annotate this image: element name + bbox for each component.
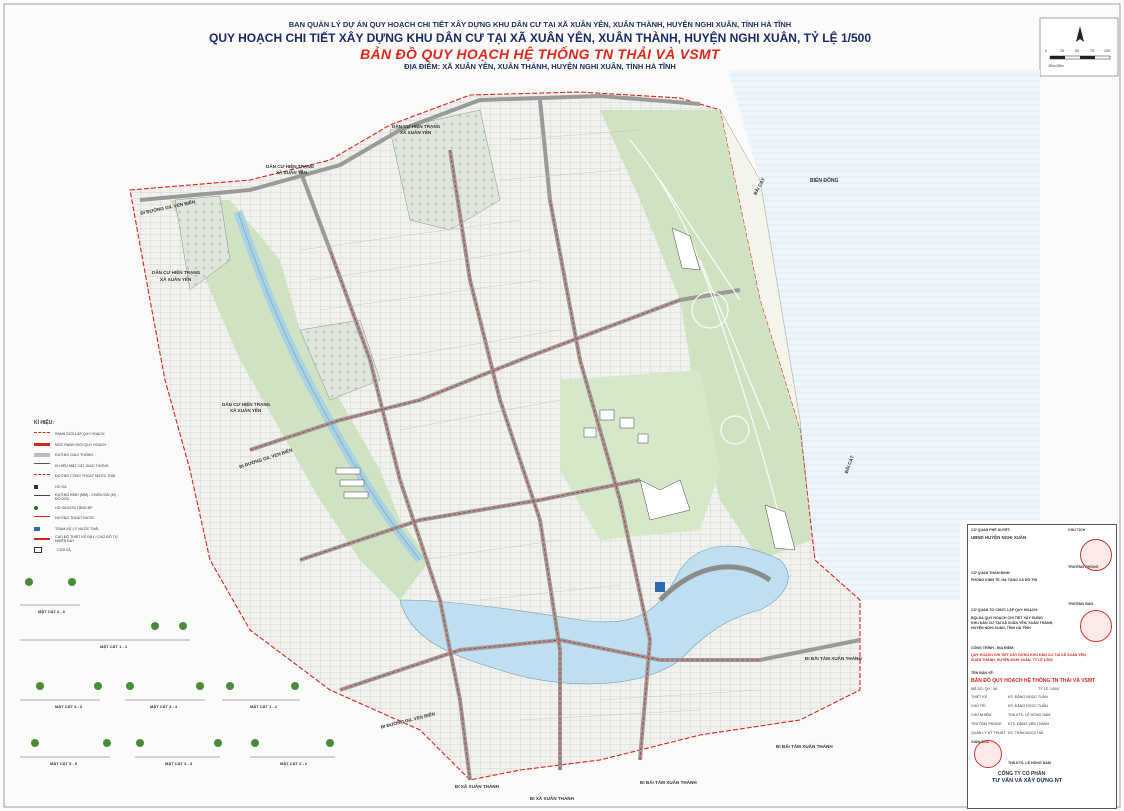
tb-name-row: KS. ĐẶNG NGỌC TUẤN <box>1008 704 1048 708</box>
legend-item: RANH GIỚI LẬP QUY HOẠCH <box>34 429 120 440</box>
tb-chairman: CHỦ TỊCH <box>1068 528 1086 532</box>
header-map-title: BẢN ĐỒ QUY HOẠCH HỆ THỐNG TN THẢI VÀ VSM… <box>360 46 720 62</box>
north-arrow-icon <box>1076 26 1084 42</box>
legend-title: KÍ HIỆU: <box>34 420 54 426</box>
tb-appraisal-agency: CƠ QUAN THẨM ĐỊNH: <box>971 571 1011 575</box>
tb-name-row: THS.KTS. LÊ HỒNG NAM <box>1008 713 1051 717</box>
section-6-6: MẶT CẮT 6 - 6 <box>38 609 66 614</box>
planning-sheet: BAN QUẢN LÝ DỰ ÁN QUY HOẠCH CHI TIẾT XÂY… <box>0 0 1124 811</box>
tb-company-1: CÔNG TY CỔ PHẦN <box>998 771 1046 777</box>
legend-item: HƯỚNG THOÁT NƯỚC <box>34 513 120 524</box>
label-di-bai-tam-3: ĐI BÃI TẮM XUÂN THÀNH <box>640 780 697 785</box>
label-bien-dong: BIỂN ĐÔNG <box>810 178 839 184</box>
scale-tick-25: 25 <box>1060 49 1064 53</box>
tb-project-2: XUÂN THÀNH, HUYỆN NGHI XUÂN, TỶ LỆ 1/500 <box>971 658 1053 662</box>
tb-board-head: TRƯỞNG BAN <box>1068 602 1094 606</box>
section-1-1: MẶT CẮT 1 - 1 <box>100 644 128 649</box>
label-dan-cu-1: DÂN CƯ HIỆN TRẠNG <box>392 124 441 129</box>
section-2-2: MẶT CẮT 2 - 2 <box>250 704 278 709</box>
label-di-bai-tam-2: ĐI BÃI TẮM XUÂN THÀNH <box>776 744 833 749</box>
label-dan-cu-3: DÂN CƯ HIỆN TRẠNG <box>152 270 201 275</box>
company-stamp-icon <box>974 740 1002 768</box>
tb-drawing-label: TÊN BẢN VẼ: <box>971 671 994 675</box>
legend-item: CAO ĐỘ THIẾT KẾ ĐÁY / CAO ĐỘ TỰ NHIÊN ĐÁ… <box>34 534 120 545</box>
section-2-2-b: MẶT CẮT 2 - 2 <box>280 761 308 766</box>
map-legend: KÍ HIỆU: RANH GIỚI LẬP QUY HOẠCH MỐC RAN… <box>34 420 120 555</box>
tb-director-name: THS.KTS. LÊ HỒNG NAM <box>1008 761 1051 765</box>
label-dan-cu-2: DÂN CƯ HIỆN TRẠNG <box>266 164 315 169</box>
tb-project-1: QUY HOẠCH CHI TIẾT XÂY DỰNG KHU DÂN CƯ T… <box>971 653 1087 657</box>
legend-item: HỒ GA <box>34 482 120 493</box>
treatment-plant <box>655 582 665 592</box>
tb-department: PHÒNG KINH TẾ, HẠ TẦNG VÀ ĐÔ THỊ <box>971 578 1038 582</box>
label-dan-cu-4b: XÃ XUÂN YÊN <box>230 408 262 413</box>
scale-tick-100: 100 <box>1104 49 1110 53</box>
tb-project-label: CÔNG TRÌNH - ĐỊA ĐIỂM: <box>971 646 1015 650</box>
legend-item: CỬA XẢ <box>34 545 120 556</box>
tb-name-row: KTS. ĐẶNG VĂN THÀNH <box>1008 722 1050 726</box>
planning-map <box>3 3 1121 808</box>
label-di-xa-1: ĐI XÃ XUÂN THÀNH <box>455 784 499 789</box>
legend-item: ĐƯỜNG CỐNG THOÁT NƯỚC THẢI <box>34 471 120 482</box>
legend-item: KÍ HIỆU MẶT CẮT GIAO THÔNG <box>34 461 120 472</box>
label-dan-cu-2b: XÃ XUÂN YÊN <box>276 170 308 175</box>
section-5-5: MẶT CẮT 5 - 5 <box>50 761 78 766</box>
tb-company-2: TƯ VẤN VÀ XÂY DỰNG NT <box>992 778 1063 784</box>
scale-tick-50: 50 <box>1075 49 1079 53</box>
scale-note: 1Đv=25m <box>1048 64 1064 68</box>
header-agency: BAN QUẢN LÝ DỰ ÁN QUY HOẠCH CHI TIẾT XÂY… <box>288 20 792 29</box>
tb-name-row: KS. TRẦN NGỌC HẢI <box>1008 731 1044 735</box>
label-dan-cu-1b: XÃ XUÂN YÊN <box>400 130 432 135</box>
header-location: ĐỊA ĐIỂM: XÃ XUÂN YÊN, XUÂN THÀNH, HUYỆN… <box>404 62 676 71</box>
section-3-3-b: MẶT CẮT 3 - 3 <box>165 761 193 766</box>
tb-name-row: KS. ĐẶNG NGỌC TUẤN <box>1008 695 1048 699</box>
organizer-stamp-icon <box>1080 610 1112 642</box>
label-di-bai-tam-1: ĐI BÃI TẮM XUÂN THÀNH <box>805 656 862 661</box>
label-dan-cu-4: DÂN CƯ HIỆN TRẠNG <box>222 402 271 407</box>
tb-scale: TỶ LỆ: 1/500 <box>1038 687 1059 691</box>
legend-item: ĐƯỜNG KÍNH (MM) - CHIỀU DÀI (M) - ĐỘ DỐC <box>34 492 120 503</box>
section-3-3: MẶT CẮT 3 - 3 <box>55 704 83 709</box>
label-dan-cu-3b: XÃ XUÂN YÊN <box>160 277 192 282</box>
section-4-4: MẶT CẮT 4 - 4 <box>150 704 178 709</box>
header-project: QUY HOẠCH CHI TIẾT XÂY DỰNG KHU DÂN CƯ T… <box>209 31 871 45</box>
legend-item: HỐ GA ĐƠN TĂNG ĐP <box>34 503 120 514</box>
tb-drawing-name: BẢN ĐỒ QUY HOẠCH HỆ THỐNG TN THẢI VÀ VSM… <box>971 678 1096 684</box>
scale-tick-75: 75 <box>1090 49 1094 53</box>
legend-item: TRẠM XỬ LÝ NƯỚC THẢI <box>34 524 120 535</box>
legend-item: ĐƯỜNG GIAO THÔNG <box>34 450 120 461</box>
label-di-xa-2: ĐI XÃ XUÂN THÀNH <box>530 796 574 801</box>
legend-item: MỐC RANH GIỚI QUY HOẠCH <box>34 440 120 451</box>
title-block: CƠ QUAN PHÊ DUYỆT: CHỦ TỊCH UBND HUYỆN N… <box>967 524 1117 809</box>
scale-tick-0: 0 <box>1045 49 1047 53</box>
approval-stamp-icon <box>1080 539 1112 571</box>
